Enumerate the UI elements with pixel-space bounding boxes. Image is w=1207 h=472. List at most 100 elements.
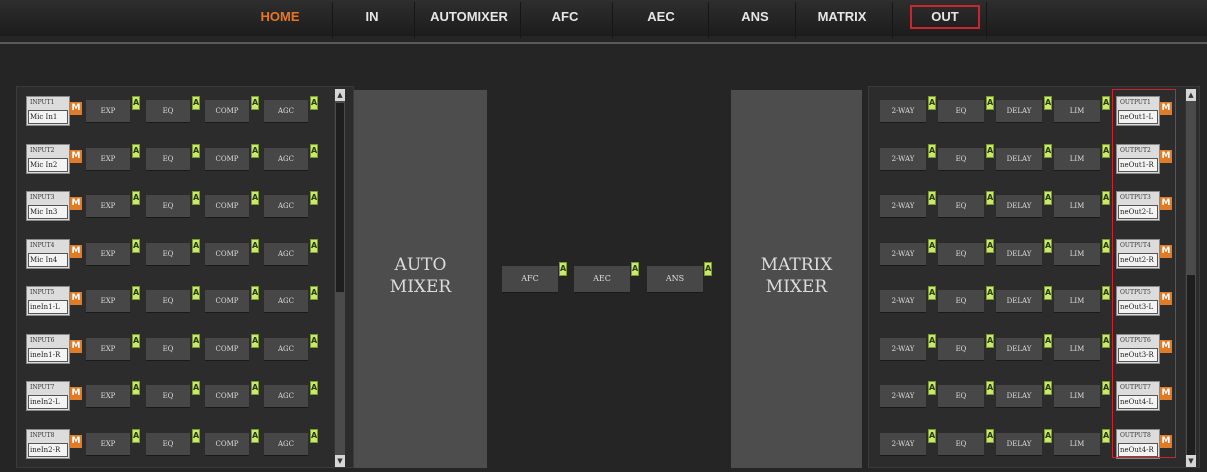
module-delay-button[interactable]: DELAY — [996, 147, 1042, 171]
mute-button[interactable]: M — [1160, 149, 1172, 163]
module-delay-button[interactable]: DELAY — [996, 337, 1042, 361]
active-indicator[interactable]: A — [132, 286, 140, 300]
tab-in[interactable]: IN — [358, 5, 386, 29]
scroll-thumb[interactable] — [1187, 275, 1195, 455]
active-indicator[interactable]: A — [251, 333, 259, 348]
active-indicator[interactable]: A — [192, 381, 200, 395]
active-indicator[interactable]: A — [928, 381, 936, 395]
scroll-down-arrow-icon[interactable]: ▼ — [335, 455, 345, 467]
module-exp-button[interactable]: EXP — [86, 147, 130, 171]
module-agc-button[interactable]: AGC — [264, 290, 308, 313]
scroll-up-arrow-icon[interactable]: ▲ — [335, 89, 345, 101]
active-indicator[interactable]: A — [986, 96, 994, 110]
active-indicator[interactable]: A — [1102, 381, 1110, 395]
module-eq-button[interactable]: EQ — [146, 100, 190, 123]
module-eq-button[interactable]: EQ — [146, 147, 190, 171]
active-indicator[interactable]: A — [310, 333, 318, 348]
active-indicator[interactable]: A — [310, 286, 318, 300]
active-indicator[interactable]: A — [1102, 286, 1110, 300]
auto-mixer-block[interactable]: AUTO MIXER — [354, 90, 487, 468]
module-agc-button[interactable]: AGC — [264, 432, 308, 456]
module-2-way-button[interactable]: 2-WAY — [880, 100, 926, 123]
active-indicator[interactable]: A — [1102, 96, 1110, 110]
mute-button[interactable]: M — [1160, 434, 1172, 448]
active-indicator[interactable]: A — [310, 238, 318, 253]
matrix-mixer-block[interactable]: MATRIX MIXER — [731, 90, 862, 468]
module-lim-button[interactable]: LIM — [1054, 195, 1100, 218]
module-agc-button[interactable]: AGC — [264, 242, 308, 266]
scroll-down-arrow-icon[interactable]: ▼ — [1186, 455, 1196, 467]
module-agc-button[interactable]: AGC — [264, 195, 308, 218]
module-exp-button[interactable]: EXP — [86, 337, 130, 361]
active-indicator[interactable]: A — [132, 238, 140, 253]
module-delay-button[interactable]: DELAY — [996, 242, 1042, 266]
scroll-up-arrow-icon[interactable]: ▲ — [1186, 89, 1196, 101]
module-agc-button[interactable]: AGC — [264, 337, 308, 361]
module-agc-button[interactable]: AGC — [264, 100, 308, 123]
active-indicator[interactable]: A — [1102, 428, 1110, 443]
module-eq-button[interactable]: EQ — [938, 242, 984, 266]
active-indicator[interactable]: A — [251, 191, 259, 205]
module-2-way-button[interactable]: 2-WAY — [880, 432, 926, 456]
module-delay-button[interactable]: DELAY — [996, 290, 1042, 313]
module-agc-button[interactable]: AGC — [264, 147, 308, 171]
module-comp-button[interactable]: COMP — [205, 195, 249, 218]
output-selector[interactable]: OUTPUT8 neOut4-R — [1116, 428, 1160, 459]
module-eq-button[interactable]: EQ — [938, 385, 984, 408]
module-delay-button[interactable]: DELAY — [996, 432, 1042, 456]
tab-home[interactable]: HOME — [255, 5, 305, 29]
module-exp-button[interactable]: EXP — [86, 432, 130, 456]
active-indicator[interactable]: A — [704, 262, 712, 276]
active-indicator[interactable]: A — [132, 428, 140, 443]
active-indicator[interactable]: A — [1044, 286, 1052, 300]
active-indicator[interactable]: A — [192, 428, 200, 443]
module-exp-button[interactable]: EXP — [86, 290, 130, 313]
output-selector[interactable]: OUTPUT2 neOut1-R — [1116, 143, 1160, 174]
mute-button[interactable]: M — [70, 339, 82, 353]
output-selector[interactable]: OUTPUT5 neOut3-L — [1116, 286, 1160, 316]
active-indicator[interactable]: A — [928, 238, 936, 253]
active-indicator[interactable]: A — [928, 191, 936, 205]
scroll-thumb[interactable] — [336, 103, 344, 292]
mute-button[interactable]: M — [70, 434, 82, 448]
input-selector[interactable]: INPUT4 Mic In4 — [26, 238, 70, 269]
input-selector[interactable]: INPUT8 ineIn2-R — [26, 428, 70, 459]
module-eq-button[interactable]: EQ — [938, 147, 984, 171]
module-lim-button[interactable]: LIM — [1054, 147, 1100, 171]
active-indicator[interactable]: A — [192, 96, 200, 110]
module-exp-button[interactable]: EXP — [86, 385, 130, 408]
active-indicator[interactable]: A — [1044, 381, 1052, 395]
active-indicator[interactable]: A — [132, 191, 140, 205]
active-indicator[interactable]: A — [132, 143, 140, 158]
module-eq-button[interactable]: EQ — [146, 242, 190, 266]
active-indicator[interactable]: A — [631, 262, 639, 276]
output-selector[interactable]: OUTPUT3 neOut2-L — [1116, 191, 1160, 221]
tab-automixer[interactable]: AUTOMIXER — [420, 5, 518, 29]
active-indicator[interactable]: A — [928, 96, 936, 110]
active-indicator[interactable]: A — [132, 96, 140, 110]
module-2-way-button[interactable]: 2-WAY — [880, 195, 926, 218]
active-indicator[interactable]: A — [310, 96, 318, 110]
output-selector[interactable]: OUTPUT6 neOut3-R — [1116, 333, 1160, 364]
active-indicator[interactable]: A — [1102, 143, 1110, 158]
module-comp-button[interactable]: COMP — [205, 242, 249, 266]
module-lim-button[interactable]: LIM — [1054, 290, 1100, 313]
active-indicator[interactable]: A — [251, 286, 259, 300]
active-indicator[interactable]: A — [132, 381, 140, 395]
module-aec-button[interactable]: AEC — [574, 266, 630, 293]
tab-out[interactable]: OUT — [910, 5, 980, 29]
active-indicator[interactable]: A — [132, 333, 140, 348]
module-comp-button[interactable]: COMP — [205, 337, 249, 361]
active-indicator[interactable]: A — [1044, 191, 1052, 205]
module-exp-button[interactable]: EXP — [86, 242, 130, 266]
active-indicator[interactable]: A — [1102, 191, 1110, 205]
module-comp-button[interactable]: COMP — [205, 290, 249, 313]
active-indicator[interactable]: A — [986, 286, 994, 300]
active-indicator[interactable]: A — [251, 96, 259, 110]
module-delay-button[interactable]: DELAY — [996, 385, 1042, 408]
mute-button[interactable]: M — [70, 292, 82, 305]
active-indicator[interactable]: A — [1044, 143, 1052, 158]
mute-button[interactable]: M — [1160, 339, 1172, 353]
module-comp-button[interactable]: COMP — [205, 385, 249, 408]
active-indicator[interactable]: A — [251, 381, 259, 395]
